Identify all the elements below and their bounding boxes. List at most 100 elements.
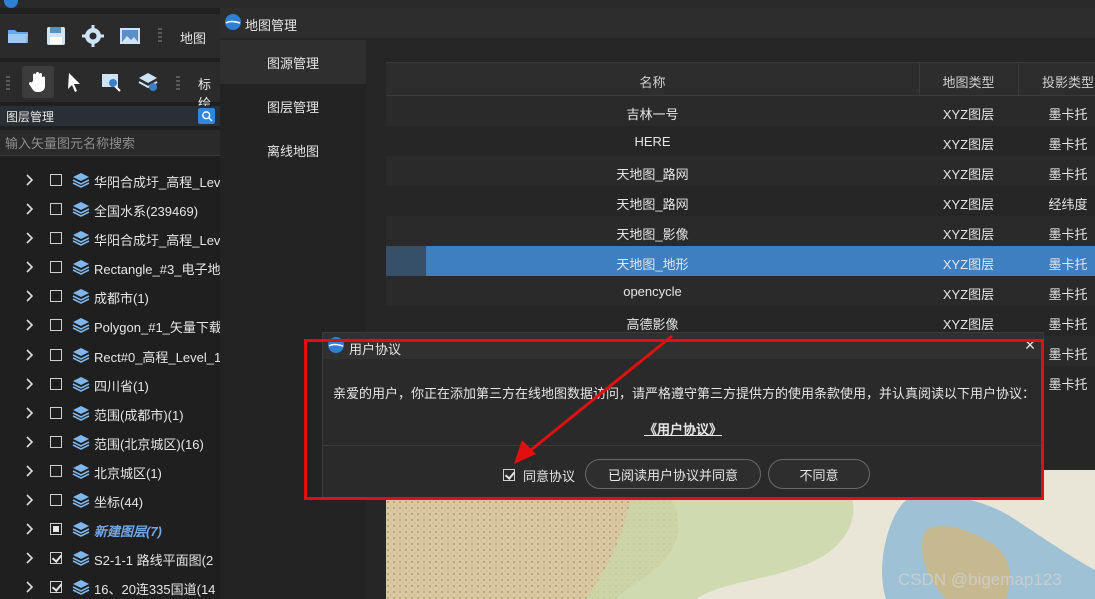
dialog-title: 用户协议 xyxy=(349,342,402,357)
layer-checkbox[interactable] xyxy=(50,174,62,186)
layer-stack-icon xyxy=(72,493,90,508)
chevron-right-icon[interactable] xyxy=(25,319,35,332)
save-icon[interactable] xyxy=(42,22,70,50)
map-menu-label[interactable]: 地图 xyxy=(180,28,206,47)
nav-item-0[interactable]: 图源管理 xyxy=(220,40,366,84)
col-type-header[interactable]: 地图类型 xyxy=(919,72,1018,91)
select-arrow-icon[interactable] xyxy=(60,68,88,96)
table-row[interactable]: 吉林一号 XYZ图层 墨卡托 xyxy=(386,96,1095,126)
dialog-footer: 同意协议 已阅读用户协议并同意 不同意 xyxy=(323,445,1043,497)
table-row[interactable]: 天地图_路网 XYZ图层 经纬度 xyxy=(386,186,1095,216)
settings-gear-icon[interactable] xyxy=(79,22,107,50)
dialog-message: 亲爱的用户，你正在添加第三方在线地图数据访问，请严格遵守第三方提供方的使用条款使… xyxy=(333,386,1036,401)
chevron-right-icon[interactable] xyxy=(25,290,35,302)
main-toolbar: 地图 xyxy=(0,14,220,58)
layer-checkbox[interactable] xyxy=(50,406,62,419)
app-logo-icon xyxy=(4,0,18,8)
pan-hand-icon[interactable] xyxy=(22,66,54,98)
layer-panel-header: 图层管理 xyxy=(0,106,220,126)
chevron-right-icon[interactable] xyxy=(25,174,35,186)
layer-stack-icon xyxy=(72,580,90,596)
accept-button[interactable]: 已阅读用户协议并同意 xyxy=(585,459,761,489)
layer-checkbox[interactable] xyxy=(50,377,62,390)
zoom-rect-icon[interactable] xyxy=(97,68,125,96)
chevron-right-icon[interactable] xyxy=(25,261,35,273)
layer-name: 坐标(44) xyxy=(94,495,144,511)
cell-name: HERE xyxy=(634,134,671,149)
chevron-right-icon[interactable] xyxy=(25,465,35,477)
layer-checkbox[interactable] xyxy=(50,290,62,303)
layer-name: Rect#0_高程_Level_1 xyxy=(94,349,220,365)
layer-row[interactable]: 华阳合成圩_高程_Leve xyxy=(0,224,220,253)
chevron-right-icon[interactable] xyxy=(25,378,35,390)
layer-row[interactable]: Polygon_#1_矢量下载 xyxy=(0,311,220,340)
nav-item-1[interactable]: 图层管理 xyxy=(220,84,366,128)
image-icon[interactable] xyxy=(116,22,144,50)
layer-row[interactable]: 成都市(1) xyxy=(0,282,220,311)
layer-checkbox[interactable] xyxy=(50,203,62,216)
col-name-header[interactable]: 名称 xyxy=(386,72,919,91)
nav-item-2[interactable]: 离线地图 xyxy=(220,128,366,172)
agree-checkbox[interactable] xyxy=(503,469,515,481)
chevron-right-icon[interactable] xyxy=(25,494,35,506)
layer-checkbox[interactable] xyxy=(50,523,62,536)
table-row[interactable]: HERE XYZ图层 墨卡托 xyxy=(386,126,1095,156)
layer-row[interactable]: Rectangle_#3_电子地 xyxy=(0,253,220,282)
layer-search-input[interactable] xyxy=(5,132,215,154)
chevron-right-icon[interactable] xyxy=(25,581,35,593)
layer-edit-icon[interactable] xyxy=(134,68,162,96)
col-proj-header[interactable]: 投影类型 xyxy=(1018,72,1095,91)
layer-row[interactable]: 范围(北京城区)(16) xyxy=(0,428,220,457)
layer-row[interactable]: 全国水系(239469) xyxy=(0,195,220,224)
layer-row[interactable]: 四川省(1) xyxy=(0,370,220,399)
search-icon xyxy=(201,111,212,122)
layer-stack-icon xyxy=(72,522,90,538)
cell-type: XYZ图层 xyxy=(942,107,995,122)
cell-proj: 墨卡托 xyxy=(1048,257,1088,272)
dialog-close-icon[interactable]: × xyxy=(1021,335,1039,355)
layer-checkbox[interactable] xyxy=(50,494,62,507)
chevron-right-icon[interactable] xyxy=(25,203,35,215)
layer-stack-icon xyxy=(72,318,90,334)
layer-checkbox[interactable] xyxy=(50,261,62,274)
layer-checkbox[interactable] xyxy=(50,319,62,332)
layer-stack-icon xyxy=(72,405,90,421)
layer-checkbox[interactable] xyxy=(50,581,62,594)
layer-search-button[interactable] xyxy=(198,108,215,124)
dialog-titlebar: 用户协议 × xyxy=(323,333,1043,359)
layer-row[interactable]: 坐标(44) xyxy=(0,486,220,515)
layer-row[interactable]: 范围(成都市)(1) xyxy=(0,399,220,428)
agree-checkbox-label[interactable]: 同意协议 xyxy=(523,466,575,485)
layer-row[interactable]: 北京城区(1) xyxy=(0,457,220,486)
layer-checkbox[interactable] xyxy=(50,232,62,245)
table-row[interactable]: 天地图_地形 XYZ图层 墨卡托 xyxy=(386,246,1095,276)
chevron-right-icon[interactable] xyxy=(25,436,35,448)
chevron-right-icon[interactable] xyxy=(25,552,35,564)
map-manager-title: 地图管理 xyxy=(245,18,298,33)
reject-button[interactable]: 不同意 xyxy=(768,459,870,489)
user-agreement-link[interactable]: 《用户协议》 xyxy=(323,419,1043,438)
layer-row[interactable]: 新建图层(7) xyxy=(0,515,220,544)
layer-stack-icon xyxy=(72,202,90,217)
layer-checkbox[interactable] xyxy=(50,464,62,477)
table-row[interactable]: 天地图_影像 XYZ图层 墨卡托 xyxy=(386,216,1095,246)
table-row[interactable]: 天地图_路网 XYZ图层 墨卡托 xyxy=(386,156,1095,186)
chevron-right-icon[interactable] xyxy=(25,523,35,535)
layer-name: Polygon_#1_矢量下载 xyxy=(94,320,220,336)
cell-name: 天地图_路网 xyxy=(616,197,689,212)
chevron-right-icon[interactable] xyxy=(25,348,35,361)
layer-checkbox[interactable] xyxy=(50,348,62,361)
layer-row[interactable]: Rect#0_高程_Level_1 xyxy=(0,341,220,370)
chevron-right-icon[interactable] xyxy=(25,232,35,244)
chevron-right-icon[interactable] xyxy=(25,407,35,419)
layer-checkbox[interactable] xyxy=(50,552,62,565)
open-folder-icon[interactable] xyxy=(4,22,32,50)
layer-row[interactable]: S2-1-1 路线平面图(2 xyxy=(0,544,220,573)
cell-proj: 墨卡托 xyxy=(1048,167,1088,182)
layer-checkbox[interactable] xyxy=(50,435,62,448)
layer-stack-icon xyxy=(72,260,90,276)
layer-row[interactable]: 华阳合成圩_高程_Leve xyxy=(0,166,220,195)
table-row[interactable]: opencycle XYZ图层 墨卡托 xyxy=(386,276,1095,306)
cell-proj: 墨卡托 xyxy=(1048,317,1088,332)
layer-row[interactable]: 16、20连335国道(14 xyxy=(0,573,220,599)
